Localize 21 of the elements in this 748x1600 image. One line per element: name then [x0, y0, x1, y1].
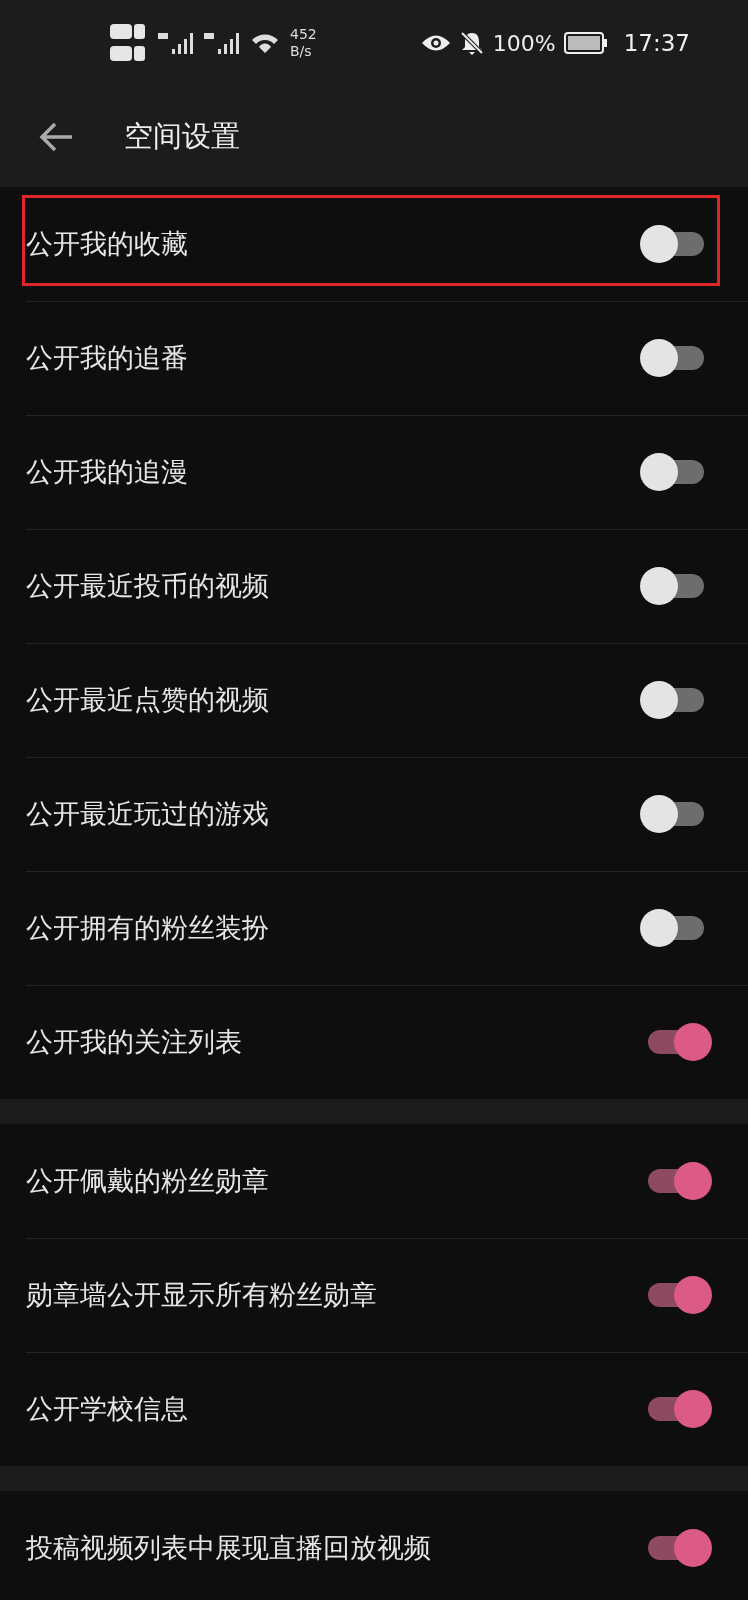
setting-label: 公开最近投币的视频: [26, 569, 269, 603]
bell-muted-icon: [458, 30, 485, 56]
setting-label: 公开拥有的粉丝装扮: [26, 911, 269, 945]
setting-label: 公开最近玩过的游戏: [26, 797, 269, 831]
setting-label: 公开最近点赞的视频: [26, 683, 269, 717]
setting-label: 投稿视频列表中展现直播回放视频: [26, 1531, 431, 1565]
setting-label: 公开学校信息: [26, 1392, 188, 1426]
battery-icon: [563, 31, 608, 55]
page-title: 空间设置: [124, 117, 240, 155]
network-speed-unit: B/s: [290, 43, 313, 60]
setting-label: 勋章墙公开显示所有粉丝勋章: [26, 1278, 377, 1312]
back-arrow-icon[interactable]: [38, 120, 74, 153]
setting-label: 公开我的收藏: [26, 227, 188, 261]
wifi-icon: [250, 31, 280, 55]
setting-label: 公开佩戴的粉丝勋章: [26, 1164, 269, 1198]
network-speed: 452: [290, 26, 317, 43]
clock-time: 17:37: [623, 30, 690, 56]
battery-percentage: 100%: [492, 30, 556, 56]
setting-label: 公开我的追番: [26, 341, 188, 375]
setting-label: 公开我的追漫: [26, 455, 188, 489]
setting-label: 公开我的关注列表: [26, 1025, 242, 1059]
